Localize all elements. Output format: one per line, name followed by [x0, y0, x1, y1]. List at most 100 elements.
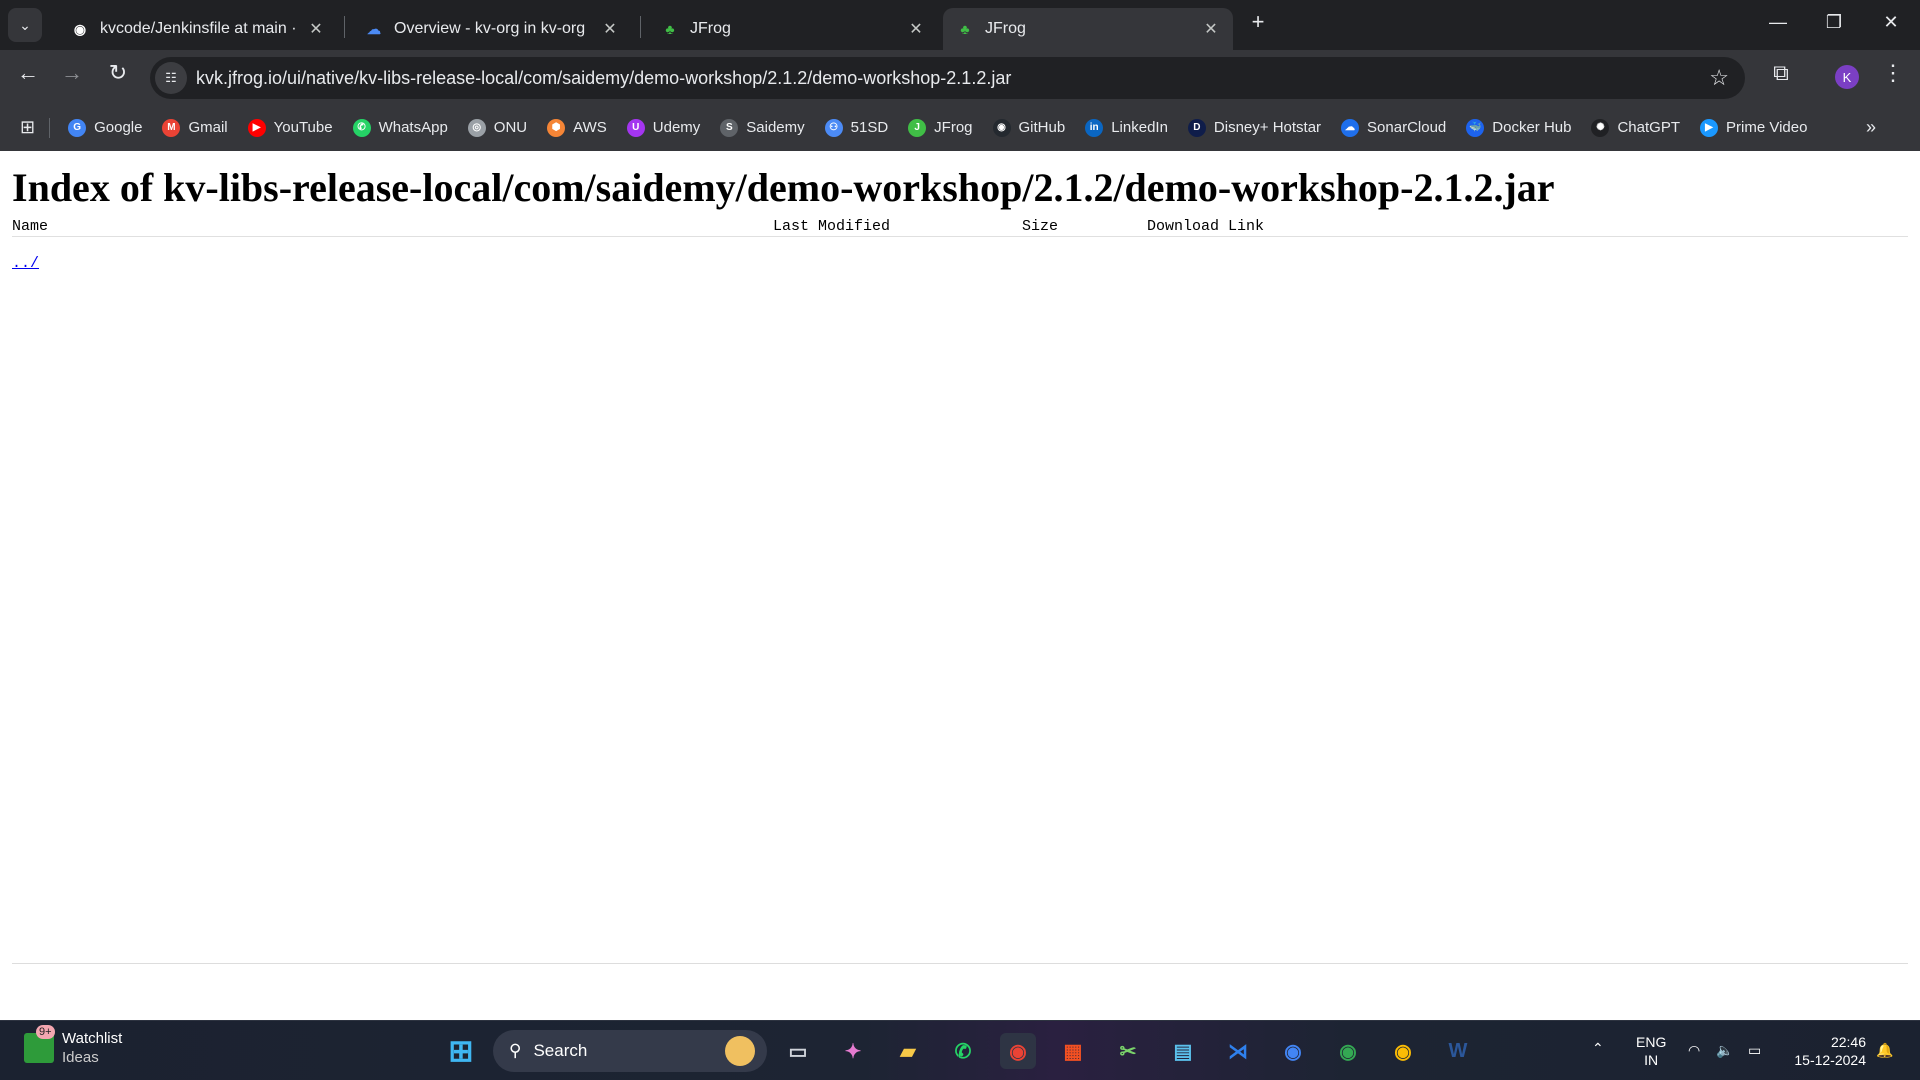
bookmark-icon: ⚇ [824, 118, 843, 137]
widget-title: Watchlist [62, 1030, 123, 1047]
tab-title: JFrog [985, 20, 1026, 37]
bookmark-label: GitHub [1018, 119, 1066, 136]
bookmark-chatgpt[interactable]: ✺ ChatGPT [1591, 118, 1680, 137]
bookmark-label: Saidemy [746, 119, 805, 136]
bookmark-label: SonarCloud [1367, 119, 1447, 136]
notification-bell-icon[interactable]: 🔔 [1876, 1041, 1893, 1059]
bookmark-label: JFrog [934, 119, 973, 136]
vscode-icon[interactable]: ⋊ [1220, 1033, 1256, 1069]
column-download-link: Download Link [1147, 218, 1265, 235]
clock[interactable]: 22:46 15-12-2024 [1786, 1033, 1866, 1069]
search-icon: ⚲ [509, 1041, 522, 1060]
parent-directory-link[interactable]: ../ [12, 255, 1908, 272]
battery-icon[interactable]: ▭ [1748, 1041, 1761, 1059]
close-tab-icon[interactable]: ✕ [306, 19, 326, 39]
bookmark-youtube[interactable]: ▶ YouTube [247, 118, 333, 137]
tab-github[interactable]: ◉ kvcode/Jenkinsfile at main · Kar ✕ [58, 8, 338, 50]
bookmark-saidemy[interactable]: S Saidemy [720, 118, 805, 137]
bookmark-icon: D [1187, 118, 1206, 137]
bookmark-docker-hub[interactable]: 🐳 Docker Hub [1466, 118, 1572, 137]
menu-icon[interactable]: ⋮ [1878, 60, 1908, 86]
widget-subtitle: Ideas [62, 1049, 99, 1066]
wifi-icon[interactable]: ◠ [1688, 1041, 1700, 1059]
snipping-tool-icon[interactable]: ✂ [1110, 1033, 1146, 1069]
bookmark-icon: G [68, 118, 87, 137]
url-text[interactable]: kvk.jfrog.io/ui/native/kv-libs-release-l… [196, 68, 1709, 89]
bookmark-whatsapp[interactable]: ✆ WhatsApp [352, 118, 448, 137]
extensions-icon[interactable]: ⧉ [1766, 60, 1796, 86]
chevron-down-icon: ⌄ [19, 16, 31, 33]
bookmark-label: YouTube [273, 119, 333, 136]
show-hidden-icons[interactable]: ⌃ [1592, 1039, 1604, 1057]
more-bookmarks-icon[interactable]: » [1866, 117, 1876, 138]
bookmark-icon: U [626, 118, 645, 137]
bookmark-icon: S [720, 118, 739, 137]
chrome-2-icon[interactable]: ◉ [1275, 1033, 1311, 1069]
word-icon[interactable]: W [1440, 1033, 1476, 1069]
address-bar[interactable]: ☷ kvk.jfrog.io/ui/native/kv-libs-release… [150, 57, 1745, 99]
bookmark-icon: in [1085, 118, 1104, 137]
bookmark-icon: ✆ [352, 118, 371, 137]
tab-search-dropdown[interactable]: ⌄ [8, 8, 42, 42]
bookmark-label: Udemy [652, 119, 701, 136]
bookmark-sonarcloud[interactable]: ☁ SonarCloud [1341, 118, 1447, 137]
chrome-icon[interactable]: ◉ [1000, 1033, 1036, 1069]
bookmark-onu[interactable]: ◎ ONU [467, 118, 527, 137]
language-indicator[interactable]: ENG IN [1636, 1033, 1666, 1069]
apps-grid-icon[interactable]: ⊞ [20, 117, 35, 138]
close-tab-icon[interactable]: ✕ [600, 19, 620, 39]
bookmark-prime-video[interactable]: ▶ Prime Video [1700, 118, 1807, 137]
new-tab-button[interactable]: + [1243, 9, 1273, 35]
volume-icon[interactable]: 🔈 [1716, 1041, 1733, 1059]
bookmark-label: LinkedIn [1111, 119, 1168, 136]
file-explorer-icon[interactable]: ▰ [890, 1033, 926, 1069]
close-tab-icon[interactable]: ✕ [906, 19, 926, 39]
close-window-icon[interactable]: ✕ [1876, 12, 1906, 33]
date-text: 15-12-2024 [1794, 1052, 1866, 1068]
bookmark-51sd[interactable]: ⚇ 51SD [824, 118, 888, 137]
bookmark-label: Gmail [188, 119, 228, 136]
tab-sonarcloud[interactable]: ☁ Overview - kv-org in kv-org Sor ✕ [352, 8, 632, 50]
site-info-icon[interactable]: ☷ [155, 62, 187, 94]
profile-avatar[interactable]: K [1835, 65, 1859, 89]
copilot-icon[interactable]: ✦ [835, 1033, 871, 1069]
back-icon[interactable]: ← [13, 60, 43, 86]
bookmark-label: Google [94, 119, 143, 136]
tab-divider [640, 16, 641, 38]
reload-icon[interactable]: ↻ [103, 60, 133, 86]
minimize-icon[interactable]: — [1763, 12, 1793, 33]
tab-title: JFrog [690, 20, 731, 37]
bookmark-disney-hotstar[interactable]: D Disney+ Hotstar [1187, 118, 1321, 137]
lightbulb-icon: 9+ [24, 1025, 55, 1063]
bookmark-gmail[interactable]: M Gmail [162, 118, 228, 137]
close-tab-icon[interactable]: ✕ [1201, 19, 1221, 39]
task-view-icon[interactable]: ▭ [780, 1033, 816, 1069]
bookmark-star-icon[interactable]: ☆ [1709, 65, 1729, 91]
bookmark-udemy[interactable]: U Udemy [626, 118, 701, 137]
restore-icon[interactable]: ❐ [1819, 12, 1849, 33]
bookmark-icon: 🐳 [1466, 118, 1485, 137]
bookmark-google[interactable]: G Google [68, 118, 143, 137]
bookmark-icon: ⬢ [547, 118, 566, 137]
jfrog-icon: ♣ [665, 21, 675, 37]
bookmark-icon: ▶ [1700, 118, 1718, 137]
bookmark-github[interactable]: ◉ GitHub [992, 118, 1066, 137]
tab-jfrog[interactable]: ♣ JFrog ✕ [648, 8, 938, 50]
tab-divider [344, 16, 345, 38]
bookmark-label: Docker Hub [1492, 119, 1572, 136]
whatsapp-icon[interactable]: ✆ [945, 1033, 981, 1069]
forward-icon[interactable]: → [57, 60, 87, 86]
notepad-icon[interactable]: ▤ [1165, 1033, 1201, 1069]
chrome-3-icon[interactable]: ◉ [1330, 1033, 1366, 1069]
bookmarks-divider [49, 117, 51, 138]
watchlist-widget[interactable]: 9+ Watchlist Ideas [24, 1025, 123, 1067]
tab-jfrog-active[interactable]: ♣ JFrog ✕ [943, 8, 1233, 50]
windows-start-icon[interactable]: ⊞ [443, 1033, 479, 1069]
microsoft-store-icon[interactable]: ▦ [1055, 1033, 1091, 1069]
bookmark-aws[interactable]: ⬢ AWS [547, 118, 607, 137]
bookmark-jfrog[interactable]: J JFrog [908, 118, 973, 137]
listing-header: Name Last Modified Size Download Link [12, 215, 1908, 237]
chrome-4-icon[interactable]: ◉ [1385, 1033, 1421, 1069]
taskbar-search[interactable]: ⚲ Search [493, 1030, 767, 1072]
bookmark-linkedin[interactable]: in LinkedIn [1085, 118, 1168, 137]
